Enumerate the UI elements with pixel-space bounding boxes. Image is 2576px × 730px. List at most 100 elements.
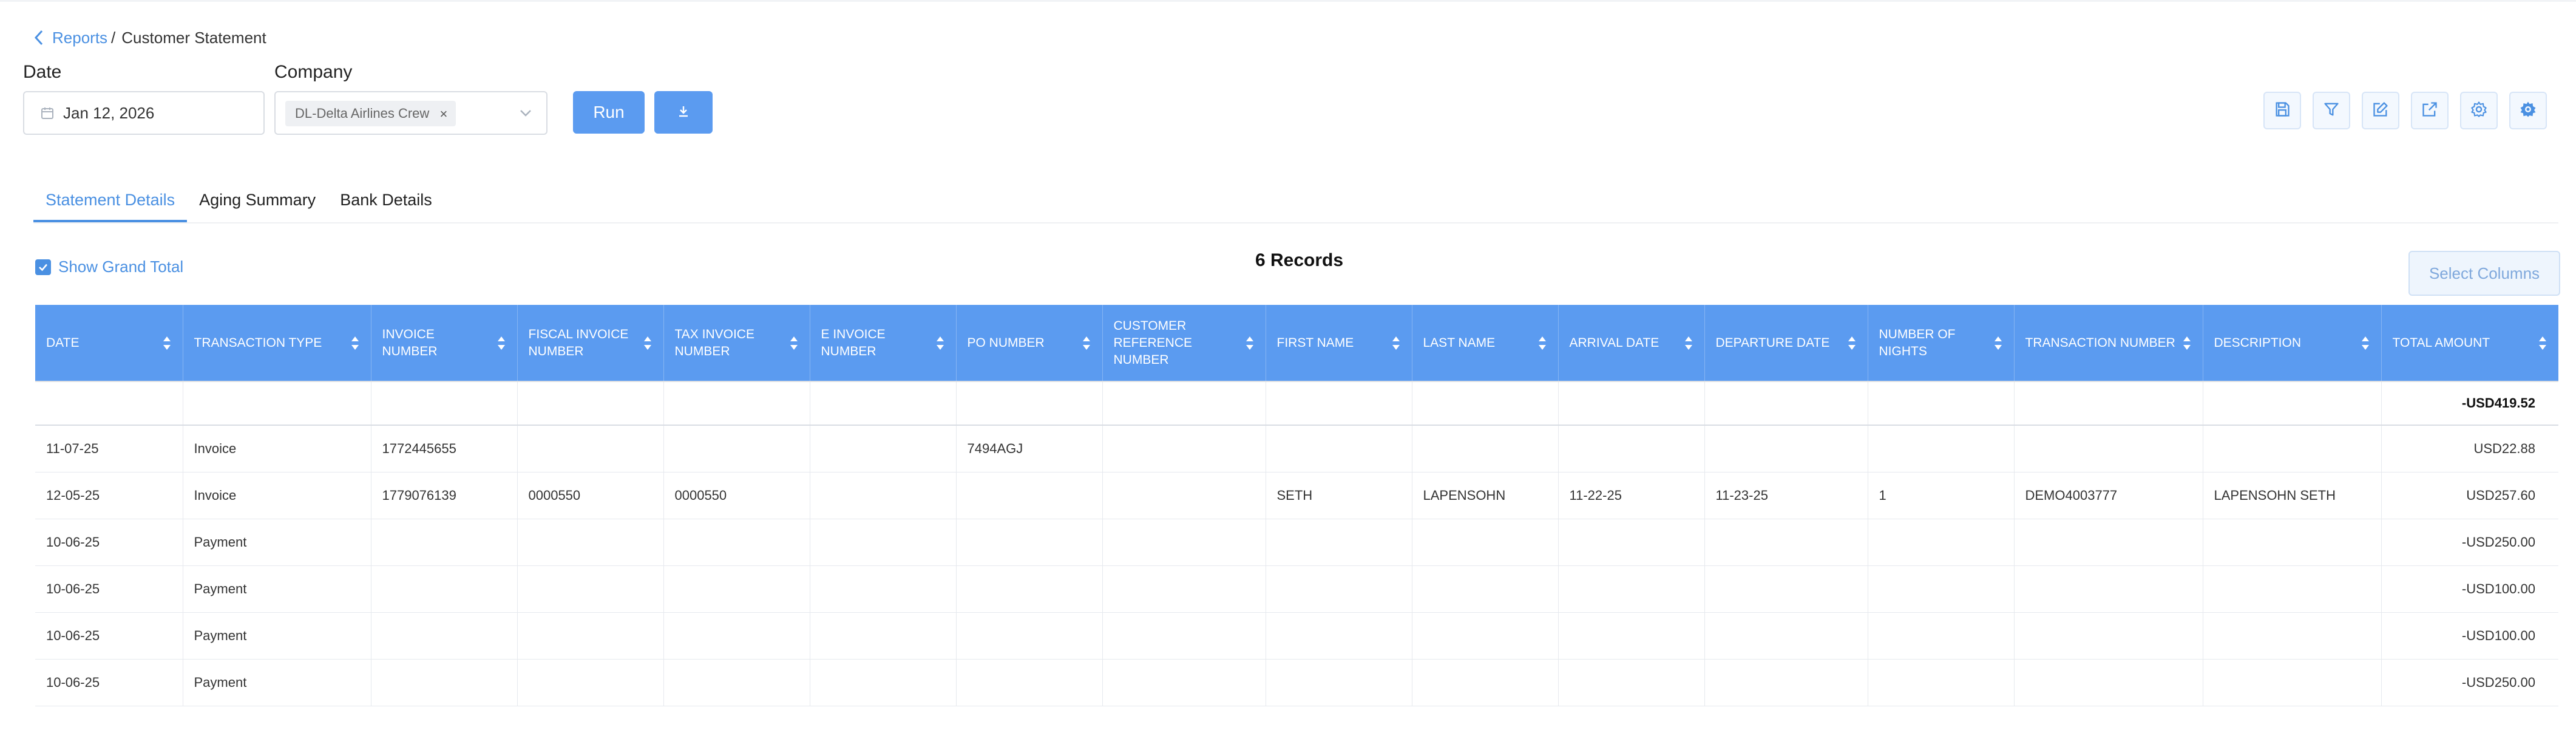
table-cell: 7494AGJ bbox=[956, 425, 1103, 472]
company-select[interactable]: DL-Delta Airlines Crew × bbox=[274, 91, 547, 135]
table-cell: 0000550 bbox=[663, 472, 810, 519]
date-value: Jan 12, 2026 bbox=[63, 103, 155, 122]
select-columns-button[interactable]: Select Columns bbox=[2408, 251, 2560, 296]
download-button[interactable] bbox=[654, 91, 713, 134]
tab-statement-details[interactable]: Statement Details bbox=[33, 182, 188, 222]
table-cell bbox=[2014, 659, 2203, 706]
sort-icon[interactable] bbox=[643, 335, 652, 351]
column-header[interactable]: E INVOICE NUMBER bbox=[810, 305, 957, 381]
table-cell bbox=[2203, 519, 2382, 566]
report-tabs: Statement Details Aging Summary Bank Det… bbox=[33, 182, 444, 222]
chevron-left-icon[interactable] bbox=[30, 27, 47, 49]
show-grand-total-toggle[interactable]: Show Grand Total bbox=[35, 258, 183, 276]
date-field[interactable]: Jan 12, 2026 bbox=[23, 91, 265, 135]
breadcrumb: Reports / Customer Statement bbox=[30, 27, 266, 49]
table-cell bbox=[810, 519, 957, 566]
column-header[interactable]: TOTAL AMOUNT bbox=[2381, 305, 2558, 381]
column-header[interactable]: TAX INVOICE NUMBER bbox=[663, 305, 810, 381]
checkbox-checked-icon[interactable] bbox=[35, 259, 51, 275]
column-header[interactable]: CUSTOMER REFERENCE NUMBER bbox=[1102, 305, 1266, 381]
column-header[interactable]: LAST NAME bbox=[1412, 305, 1559, 381]
save-icon bbox=[2274, 101, 2291, 121]
sort-icon[interactable] bbox=[2361, 335, 2370, 351]
sort-icon[interactable] bbox=[1847, 335, 1857, 351]
table-cell bbox=[1266, 612, 1412, 660]
column-header-label: TOTAL AMOUNT bbox=[2392, 335, 2490, 350]
column-header[interactable]: INVOICE NUMBER bbox=[371, 305, 518, 381]
tab-aging-summary[interactable]: Aging Summary bbox=[187, 182, 328, 222]
table-cell: 12-05-25 bbox=[35, 472, 183, 519]
column-header-label: TAX INVOICE NUMBER bbox=[674, 327, 754, 358]
breadcrumb-reports-link[interactable]: Reports bbox=[52, 29, 107, 47]
external-link-icon bbox=[2421, 101, 2438, 121]
edit-icon bbox=[2372, 101, 2389, 121]
sort-icon[interactable] bbox=[2182, 335, 2192, 351]
table-cell bbox=[1102, 659, 1266, 706]
table-row[interactable]: 10-06-25 Payment -USD250.00 bbox=[35, 519, 2558, 566]
sort-icon[interactable] bbox=[1684, 335, 1693, 351]
sort-icon[interactable] bbox=[350, 335, 360, 351]
table-cell bbox=[956, 472, 1103, 519]
table-cell bbox=[1704, 612, 1868, 660]
column-header[interactable]: DESCRIPTION bbox=[2203, 305, 2382, 381]
table-row[interactable]: 12-05-25 Invoice 1779076139 0000550 0000550 S… bbox=[35, 472, 2558, 519]
settings-button[interactable] bbox=[2460, 92, 2498, 129]
column-header[interactable]: TRANSACTION TYPE bbox=[183, 305, 371, 381]
table-cell bbox=[663, 659, 810, 706]
column-header[interactable]: NUMBER OF NIGHTS bbox=[1868, 305, 2015, 381]
edit-button[interactable] bbox=[2362, 92, 2399, 129]
column-header-label: NUMBER OF NIGHTS bbox=[1879, 327, 1956, 358]
tab-bank-details[interactable]: Bank Details bbox=[328, 182, 444, 222]
column-header[interactable]: ARRIVAL DATE bbox=[1558, 305, 1705, 381]
table-row[interactable]: 10-06-25 Payment -USD250.00 bbox=[35, 659, 2558, 706]
sort-icon[interactable] bbox=[497, 335, 506, 351]
sort-icon[interactable] bbox=[1391, 335, 1401, 351]
sort-icon[interactable] bbox=[1082, 335, 1091, 351]
table-cell bbox=[1266, 381, 1412, 426]
table-cell bbox=[2203, 381, 2382, 426]
sort-icon[interactable] bbox=[789, 335, 799, 351]
column-header[interactable]: PO NUMBER bbox=[956, 305, 1103, 381]
run-button[interactable]: Run bbox=[573, 91, 645, 134]
column-header[interactable]: DATE bbox=[35, 305, 183, 381]
column-header[interactable]: TRANSACTION NUMBER bbox=[2014, 305, 2203, 381]
table-cell: -USD100.00 bbox=[2381, 612, 2558, 660]
table-cell: Invoice bbox=[183, 472, 371, 519]
column-header[interactable]: FISCAL INVOICE NUMBER bbox=[517, 305, 664, 381]
table-cell: LAPENSOHN bbox=[1412, 472, 1559, 519]
table-cell: SETH bbox=[1266, 472, 1412, 519]
sort-icon[interactable] bbox=[2538, 335, 2547, 351]
table-row[interactable]: 11-07-25 Invoice 1772445655 7494AGJ USD22.88 bbox=[35, 425, 2558, 472]
table-cell bbox=[1868, 519, 2015, 566]
table-cell bbox=[1102, 425, 1266, 472]
save-button[interactable] bbox=[2263, 92, 2301, 129]
download-icon bbox=[677, 104, 690, 121]
table-cell bbox=[1558, 519, 1705, 566]
table-cell bbox=[2014, 381, 2203, 426]
table-header-row: DATE TRANSACTION TYPE INVOICE NUMBER FISCAL… bbox=[35, 305, 2558, 381]
sort-icon[interactable] bbox=[162, 335, 172, 351]
sort-icon[interactable] bbox=[935, 335, 945, 351]
table-cell bbox=[1412, 381, 1559, 426]
sort-icon[interactable] bbox=[1993, 335, 2003, 351]
export-button[interactable] bbox=[2411, 92, 2449, 129]
table-cell bbox=[2203, 425, 2382, 472]
calendar-icon bbox=[40, 106, 55, 120]
table-cell bbox=[663, 519, 810, 566]
close-icon[interactable]: × bbox=[439, 106, 447, 122]
table-cell bbox=[517, 565, 664, 613]
table-cell bbox=[663, 565, 810, 613]
table-cell bbox=[810, 612, 957, 660]
sort-icon[interactable] bbox=[1537, 335, 1547, 351]
table-row[interactable]: 10-06-25 Payment -USD100.00 bbox=[35, 565, 2558, 613]
table-row[interactable]: 10-06-25 Payment -USD100.00 bbox=[35, 612, 2558, 660]
advanced-settings-button[interactable] bbox=[2509, 92, 2547, 129]
table-cell bbox=[1412, 425, 1559, 472]
column-header[interactable]: DEPARTURE DATE bbox=[1704, 305, 1868, 381]
sort-icon[interactable] bbox=[1245, 335, 1255, 351]
column-header-label: E INVOICE NUMBER bbox=[821, 327, 886, 358]
column-header[interactable]: FIRST NAME bbox=[1266, 305, 1412, 381]
chevron-down-icon bbox=[518, 106, 533, 123]
filter-button[interactable] bbox=[2313, 92, 2350, 129]
table-cell bbox=[1102, 565, 1266, 613]
